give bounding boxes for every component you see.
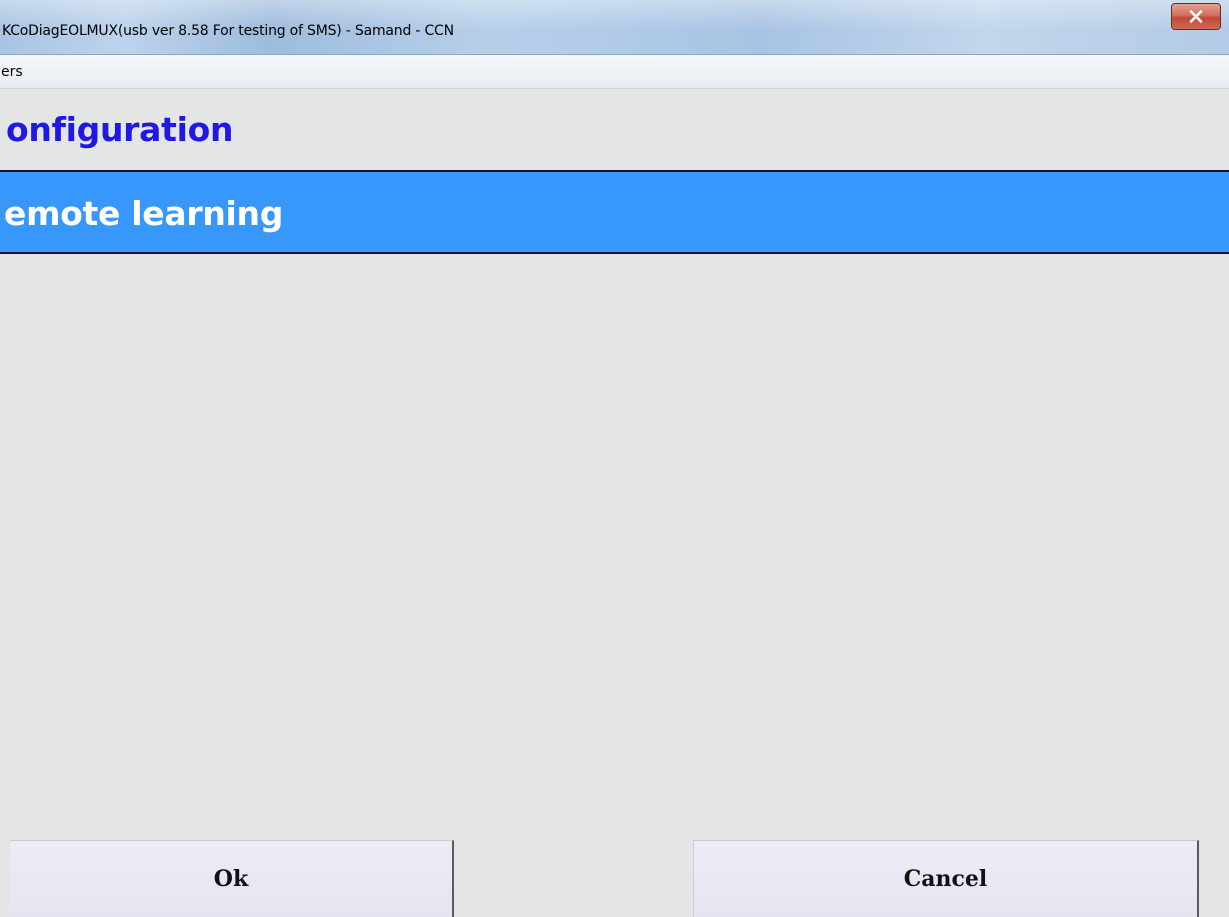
section-title: onfiguration <box>6 110 234 149</box>
close-icon <box>1189 10 1203 23</box>
menu-bar: ers <box>0 55 1229 89</box>
window-title: KCoDiagEOLMUX(usb ver 8.58 For testing o… <box>2 23 454 39</box>
menu-item-ers[interactable]: ers <box>1 64 29 80</box>
close-button[interactable] <box>1171 3 1221 30</box>
selected-list-item-label: emote learning <box>4 194 284 233</box>
window-title-bar[interactable]: KCoDiagEOLMUX(usb ver 8.58 For testing o… <box>0 0 1229 55</box>
ok-button[interactable]: Ok <box>10 840 454 917</box>
selected-list-item[interactable]: emote learning <box>0 170 1229 254</box>
ok-button-label: Ok <box>213 866 249 892</box>
cancel-button[interactable]: Cancel <box>693 840 1199 917</box>
cancel-button-label: Cancel <box>903 866 988 892</box>
